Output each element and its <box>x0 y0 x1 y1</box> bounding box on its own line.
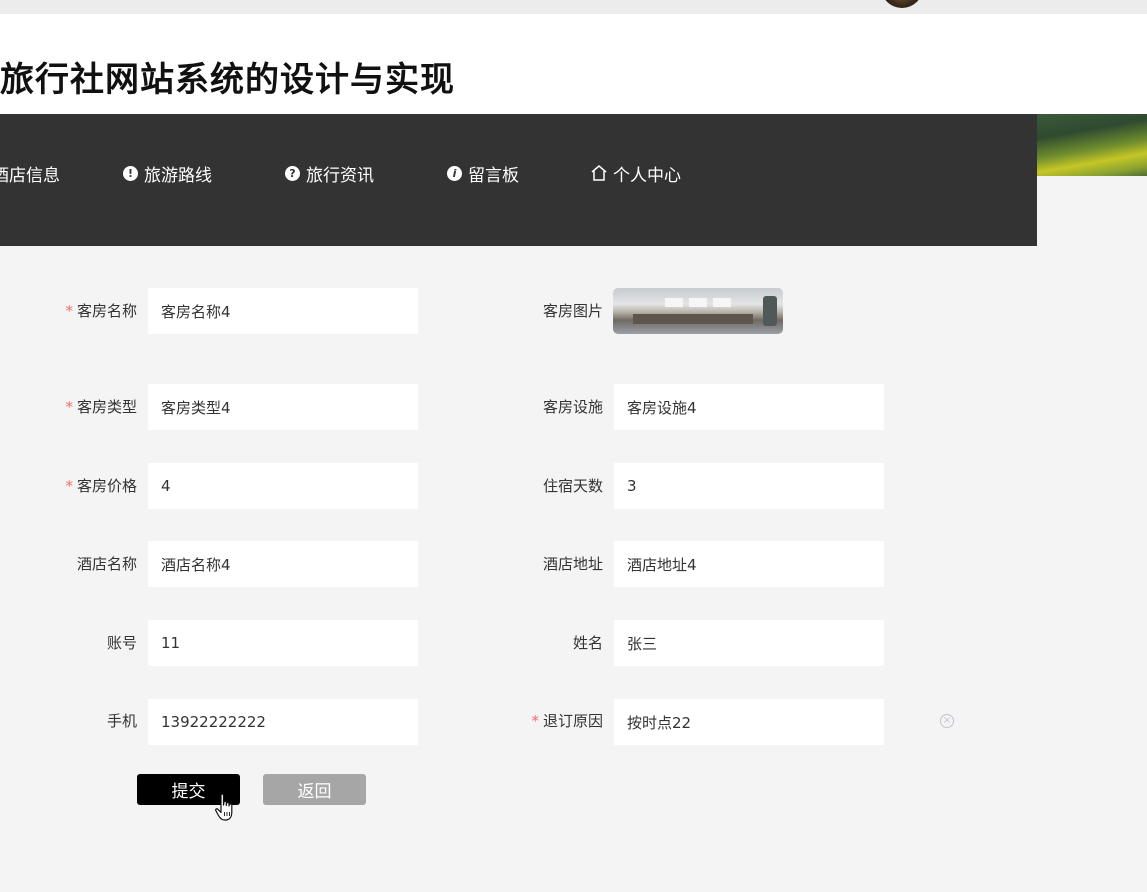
nav-item-personal-center[interactable]: 个人中心 <box>590 160 681 186</box>
nav-item-label: 个人中心 <box>613 165 681 186</box>
nav-item-message-board[interactable]: i 留言板 <box>447 160 519 186</box>
room-image-label: 客房图片 <box>542 302 603 320</box>
room-name-input[interactable] <box>148 288 418 334</box>
site-title: 旅行社网站系统的设计与实现 <box>0 60 455 100</box>
stay-days-label: 住宿天数 <box>542 477 603 495</box>
site-header: 旅行社网站系统的设计与实现 <box>0 14 1147 114</box>
cancel-reason-label: * 退订原因 <box>531 712 603 730</box>
nav-item-travel-routes[interactable]: ! 旅游路线 <box>123 160 212 186</box>
home-icon <box>590 164 608 182</box>
stay-days-input[interactable] <box>614 463 884 509</box>
banner-image <box>1037 114 1147 176</box>
nav-item-hotel-info[interactable]: 酒店信息 <box>0 160 60 186</box>
room-name-label: * 客房名称 <box>65 302 137 320</box>
nav-item-label: 旅行资讯 <box>306 165 374 186</box>
phone-label: 手机 <box>106 712 137 730</box>
cancel-reason-input[interactable] <box>614 699 884 745</box>
account-label: 账号 <box>106 634 137 652</box>
question-circle-icon: ? <box>285 165 300 181</box>
hotel-address-label: 酒店地址 <box>542 555 603 573</box>
nav-item-label: 酒店信息 <box>0 165 60 186</box>
room-type-input[interactable] <box>148 384 418 430</box>
room-facilities-input[interactable] <box>614 384 884 430</box>
room-type-label: * 客房类型 <box>65 398 137 416</box>
exclamation-circle-icon: ! <box>123 165 138 181</box>
room-image-thumbnail[interactable] <box>613 288 783 334</box>
hand-pointer-icon <box>214 793 238 823</box>
top-strip <box>0 0 1147 14</box>
nav-item-travel-news[interactable]: ? 旅行资讯 <box>285 160 374 186</box>
hotel-name-label: 酒店名称 <box>76 555 137 573</box>
main-nav: 酒店信息 ! 旅游路线 ? 旅行资讯 i 留言板 个人中心 <box>0 114 1037 246</box>
name-input[interactable] <box>614 620 884 666</box>
circle-close-icon[interactable]: × <box>940 714 954 728</box>
room-facilities-label: 客房设施 <box>542 398 603 416</box>
room-price-input[interactable] <box>148 463 418 509</box>
account-input[interactable] <box>148 620 418 666</box>
nav-item-label: 留言板 <box>468 165 519 186</box>
phone-input[interactable] <box>148 699 418 745</box>
room-price-label: * 客房价格 <box>65 477 137 495</box>
nav-item-label: 旅游路线 <box>144 165 212 186</box>
back-button[interactable]: 返回 <box>263 774 366 805</box>
hotel-name-input[interactable] <box>148 541 418 587</box>
name-label: 姓名 <box>572 634 603 652</box>
hotel-address-input[interactable] <box>614 541 884 587</box>
info-circle-icon: i <box>447 165 462 181</box>
